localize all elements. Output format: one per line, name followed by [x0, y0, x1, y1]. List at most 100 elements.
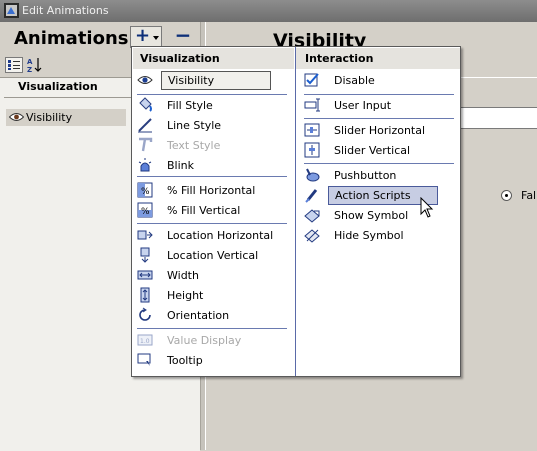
false-radio-label: Fal [521, 189, 537, 202]
add-animation-menu: Visualization Interaction Visibility Fil… [131, 46, 461, 377]
menu-item-label: Value Display [167, 334, 242, 347]
add-animation-button[interactable]: + [130, 25, 162, 48]
interaction-header-label: Interaction [305, 52, 374, 65]
menu-column-divider [295, 47, 296, 376]
menu-item-location-horizontal[interactable]: Location Horizontal [137, 226, 287, 244]
percent-fill-vertical-icon: % [137, 202, 153, 218]
menu-item-label: % Fill Vertical [167, 204, 241, 217]
text-style-icon [139, 137, 153, 152]
menu-item-label: Visibility [168, 74, 215, 87]
menu-item-height[interactable]: Height [137, 286, 287, 304]
width-icon [137, 270, 153, 280]
menu-item-tooltip[interactable]: Tooltip [137, 351, 287, 369]
menu-item-label: Slider Vertical [334, 144, 411, 157]
app-icon [4, 3, 19, 18]
false-radio[interactable] [501, 190, 512, 201]
menu-item-slider-horizontal[interactable]: Slider Horizontal [304, 121, 454, 139]
show-symbol-icon [304, 209, 320, 223]
menu-item-label: Line Style [167, 119, 222, 132]
height-icon [140, 287, 150, 303]
menu-item-label: Pushbutton [334, 169, 397, 182]
mouse-cursor-icon [420, 197, 434, 218]
menu-item-label: Show Symbol [334, 209, 409, 222]
pushbutton-icon [306, 168, 320, 182]
menu-separator [304, 94, 454, 95]
menu-item-label: Tooltip [167, 354, 203, 367]
menu-separator [137, 176, 287, 177]
window-title: Edit Animations [22, 4, 109, 17]
slider-vertical-icon [304, 142, 320, 158]
menu-item-label: Width [167, 269, 199, 282]
menu-item-label: Hide Symbol [334, 229, 404, 242]
pen-line-icon [138, 118, 152, 133]
menu-separator [304, 163, 454, 164]
sort-alphabetical-icon[interactable]: A Z [26, 57, 44, 74]
menu-item-label: Height [167, 289, 204, 302]
menu-item-width[interactable]: Width [137, 266, 287, 284]
visualization-section-header: Visualization [133, 48, 294, 69]
blink-light-icon [138, 158, 152, 172]
location-vertical-icon [140, 247, 150, 263]
menu-item-hide-symbol[interactable]: Hide Symbol [304, 226, 454, 244]
add-icon: + [135, 25, 151, 46]
animations-heading: Animations [14, 28, 129, 49]
menu-item-fill-vertical[interactable]: % % Fill Vertical [137, 201, 287, 219]
title-bar: Edit Animations [0, 0, 537, 22]
menu-item-line-style[interactable]: Line Style [137, 116, 287, 134]
menu-separator [304, 118, 454, 119]
svg-text:%: % [141, 187, 150, 197]
menu-item-text-style[interactable]: Text Style [137, 136, 287, 154]
tooltip-icon [137, 353, 151, 366]
user-input-icon [304, 98, 320, 112]
menu-separator [137, 94, 287, 95]
hide-symbol-icon [304, 229, 320, 243]
eye-icon [9, 113, 24, 121]
menu-item-fill-horizontal[interactable]: % % Fill Horizontal [137, 181, 287, 199]
menu-item-label: Location Horizontal [167, 229, 274, 242]
chevron-down-icon [153, 36, 159, 40]
menu-item-label: Slider Horizontal [334, 124, 426, 137]
menu-item-slider-vertical[interactable]: Slider Vertical [304, 141, 454, 159]
menu-item-label: Action Scripts [335, 189, 411, 202]
location-horizontal-icon [137, 230, 153, 240]
menu-item-label: Text Style [167, 139, 221, 152]
menu-item-label: Orientation [167, 309, 230, 322]
menu-item-label: Disable [334, 74, 375, 87]
list-header: Visualization [18, 80, 98, 93]
svg-text:A: A [27, 58, 33, 66]
value-display-icon: 1.0 [137, 334, 153, 346]
menu-item-blink[interactable]: Blink [137, 156, 287, 174]
paint-bucket-icon [139, 97, 152, 112]
list-item[interactable]: Visibility [6, 109, 126, 126]
menu-item-fill-style[interactable]: Fill Style [137, 96, 287, 114]
expression-input[interactable] [460, 107, 537, 129]
menu-item-value-display[interactable]: 1.0 Value Display [137, 331, 287, 349]
slider-horizontal-icon [304, 123, 320, 137]
disable-checkbox-icon [304, 73, 319, 87]
visualization-header-label: Visualization [140, 52, 220, 65]
menu-item-orientation[interactable]: Orientation [137, 306, 287, 324]
menu-item-label: % Fill Horizontal [167, 184, 256, 197]
percent-fill-horizontal-icon: % [137, 182, 153, 198]
orientation-icon [139, 307, 151, 321]
remove-animation-button[interactable]: − [172, 25, 194, 48]
menu-item-label: User Input [334, 99, 392, 112]
eye-icon [137, 76, 153, 84]
svg-text:%: % [141, 207, 150, 217]
menu-separator [137, 223, 287, 224]
menu-item-label: Location Vertical [167, 249, 259, 262]
menu-item-pushbutton[interactable]: Pushbutton [304, 166, 454, 184]
list-item-label: Visibility [26, 111, 73, 124]
menu-item-disable[interactable]: Disable [304, 71, 454, 89]
svg-text:Z: Z [27, 66, 32, 73]
menu-item-visibility[interactable]: Visibility [137, 71, 297, 90]
menu-item-location-vertical[interactable]: Location Vertical [137, 246, 287, 264]
categorized-view-icon[interactable] [5, 57, 23, 73]
action-scripts-icon [305, 189, 318, 203]
menu-item-user-input[interactable]: User Input [304, 96, 454, 114]
svg-text:1.0: 1.0 [140, 338, 150, 345]
menu-item-label: Fill Style [167, 99, 213, 112]
menu-separator [137, 328, 287, 329]
interaction-section-header: Interaction [296, 48, 460, 69]
menu-item-label: Blink [167, 159, 195, 172]
